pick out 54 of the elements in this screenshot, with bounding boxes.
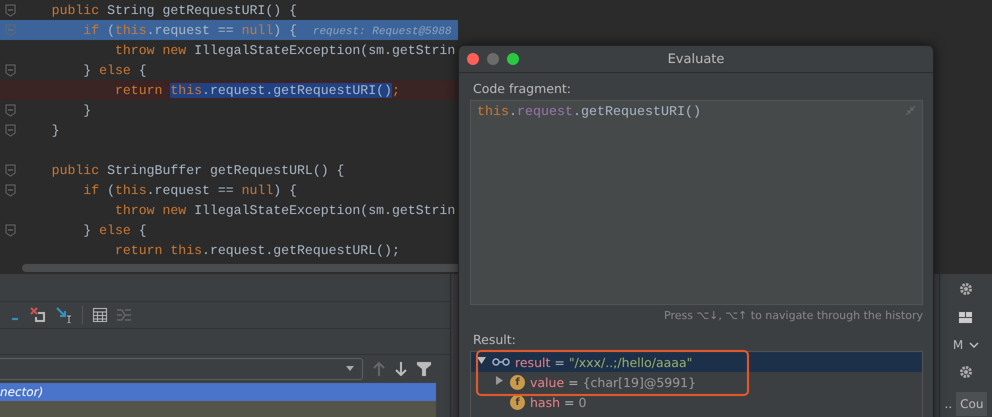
code-text: } else {: [82, 222, 147, 238]
code-text: return this.request.getRequestURL();: [114, 242, 400, 258]
maximize-icon[interactable]: [507, 53, 519, 65]
code-text: } else {: [82, 62, 147, 78]
count-button[interactable]: Cou: [956, 392, 988, 416]
field-icon: f: [510, 374, 525, 390]
code-text: public String getRequestURI() {: [50, 2, 297, 18]
thread-dropdown[interactable]: [0, 358, 363, 380]
history-hint: Press ⌥↓, ⌥↑ to navigate through the history: [663, 309, 923, 322]
variable-entry: result = "/xxx/..;/hello/aaaa": [515, 354, 692, 370]
fold-icon[interactable]: [4, 184, 16, 196]
fold-icon[interactable]: [4, 104, 16, 116]
code-fragment-field[interactable]: this.request.getRequestURI(): [470, 100, 923, 305]
settings-icon[interactable]: [959, 282, 973, 296]
fold-icon[interactable]: [4, 164, 16, 176]
up-arrow-icon[interactable]: [373, 362, 385, 376]
code-text: throw new IllegalStateException(sm.getStrin: [114, 42, 456, 58]
tree-row[interactable]: result = "/xxx/..;/hello/aaaa": [471, 352, 922, 372]
code-text: public StringBuffer getRequestURL() {: [50, 162, 344, 178]
calculator-icon[interactable]: [93, 308, 107, 322]
code-text: return this.request.getRequestURI();: [114, 82, 400, 98]
close-icon[interactable]: [467, 53, 479, 65]
code-text: throw new IllegalStateException(sm.getStrin: [114, 202, 456, 218]
code-text: }: [82, 102, 92, 118]
collapse-arrow-icon[interactable]: [476, 356, 486, 365]
code-text: if (this.request == null) {: [82, 182, 298, 198]
variable-entry: value = {char[19]@5991}: [530, 374, 696, 390]
tree-row[interactable]: f hash = 0: [471, 392, 922, 412]
fold-icon[interactable]: [4, 124, 16, 136]
ellipsis-text: ..: [944, 397, 952, 411]
chevron-icon: [969, 342, 980, 348]
window-title: Evaluate: [668, 52, 724, 66]
stack-frame-row[interactable]: nector): [0, 382, 436, 401]
expand-arrow-icon[interactable]: [494, 376, 504, 385]
stack-frame-row[interactable]: [0, 400, 436, 417]
arrow-cursor-icon[interactable]: [56, 307, 72, 324]
settings-icon[interactable]: [959, 365, 973, 379]
variable-entry: hash = 0: [530, 394, 586, 410]
code-fragment-label: Code fragment:: [473, 81, 572, 96]
list-icon[interactable]: [117, 309, 131, 322]
down-arrow-icon[interactable]: [395, 362, 407, 376]
fold-icon[interactable]: [4, 64, 16, 76]
stop-frame-icon[interactable]: [30, 307, 46, 324]
glasses-icon: [492, 358, 510, 366]
filter-icon[interactable]: [417, 362, 431, 376]
tree-row[interactable]: f value = {char[19]@5991}: [471, 372, 922, 392]
fold-icon[interactable]: [4, 4, 16, 16]
result-label: Result:: [473, 332, 517, 347]
minimize-icon[interactable]: [487, 53, 499, 65]
layout-icon[interactable]: [959, 312, 973, 324]
code-text: if (this.request == null) { request: Request@5988: [82, 22, 452, 38]
code-text: }: [50, 122, 60, 138]
caret-icon: [346, 366, 354, 372]
fold-icon[interactable]: [4, 224, 16, 236]
